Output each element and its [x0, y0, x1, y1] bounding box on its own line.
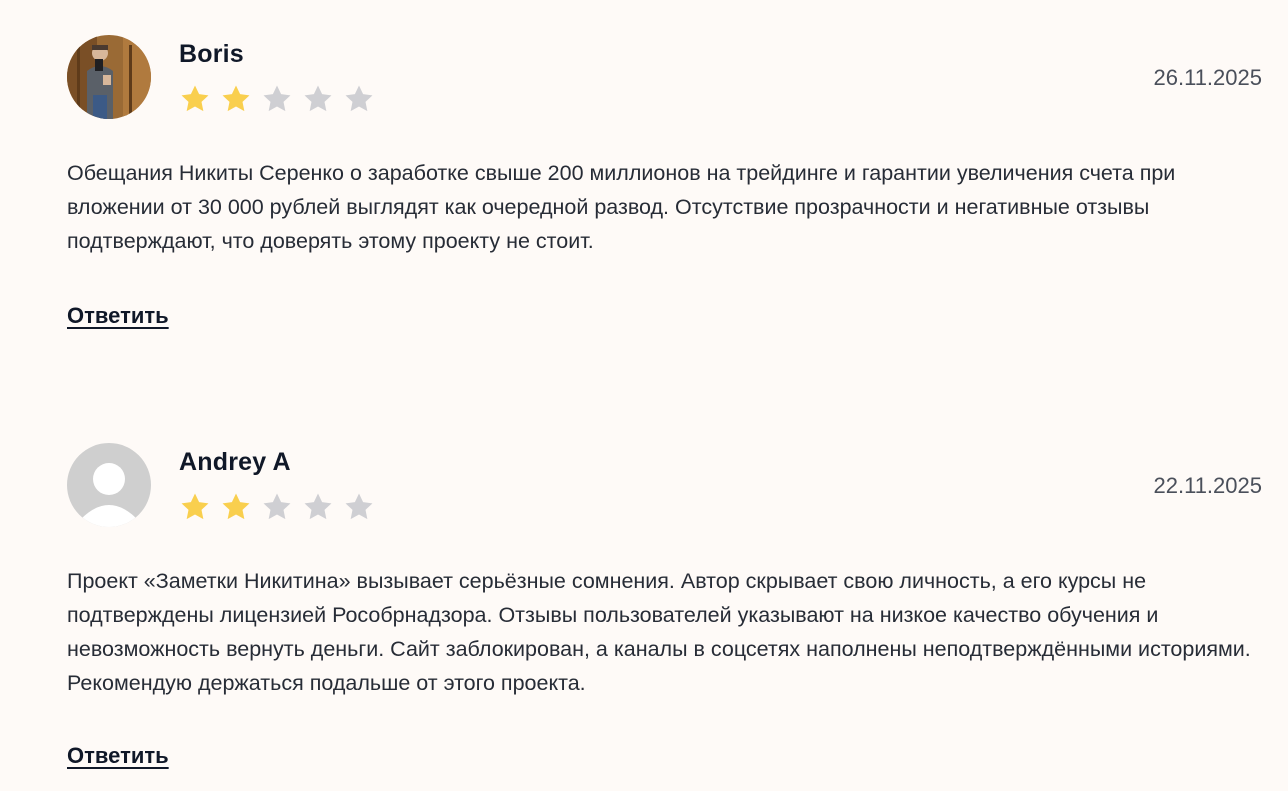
review-date: 22.11.2025 — [1153, 473, 1262, 498]
star-filled-icon — [178, 490, 212, 524]
review-card: Boris 26.11.2025 Обещания Никиты Серенко… — [0, 0, 1288, 400]
reply-link[interactable]: Ответить — [67, 743, 169, 769]
author-name: Andrey A — [179, 448, 291, 476]
reply-link[interactable]: Ответить — [67, 303, 169, 329]
review-text: Проект «Заметки Никитина» вызывает серьё… — [67, 569, 1251, 695]
author-avatar — [67, 35, 151, 119]
star-empty-icon — [342, 82, 376, 116]
star-empty-icon — [260, 82, 294, 116]
star-filled-icon — [178, 82, 212, 116]
star-rating — [178, 490, 383, 524]
star-filled-icon — [219, 490, 253, 524]
star-empty-icon — [301, 490, 335, 524]
review-text: Обещания Никиты Серенко о заработке свыш… — [67, 161, 1176, 253]
review-date: 26.11.2025 — [1153, 65, 1262, 90]
star-empty-icon — [301, 82, 335, 116]
star-filled-icon — [219, 82, 253, 116]
star-empty-icon — [342, 490, 376, 524]
star-empty-icon — [260, 490, 294, 524]
author-name: Boris — [179, 40, 244, 68]
review-card: Andrey A 22.11.2025 Проект «Заметки Ники… — [0, 408, 1288, 791]
star-rating — [178, 82, 383, 116]
default-user-avatar — [67, 443, 151, 527]
